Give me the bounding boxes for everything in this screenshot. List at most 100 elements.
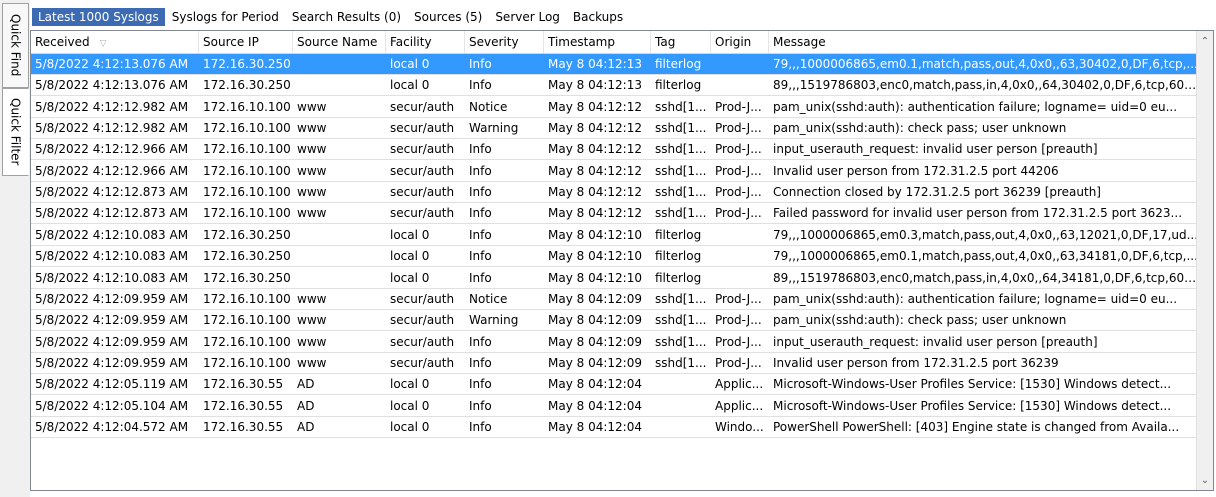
- cell-message: Microsoft-Windows-User Profiles Service:…: [773, 377, 1172, 392]
- cell-origin: Applic...: [715, 377, 764, 392]
- cell-origin: Windo...: [715, 419, 764, 434]
- cell-message: input_userauth_request: invalid user per…: [773, 142, 1098, 157]
- cell-facility: secur/auth: [390, 142, 455, 157]
- cell-source-ip: 172.16.30.250: [203, 227, 291, 242]
- cell-source-name: [293, 225, 386, 245]
- cell-received: 5/8/2022 4:12:13.076 AM: [35, 57, 189, 71]
- tab-backups[interactable]: Backups: [567, 8, 629, 26]
- cell-source-ip: 172.16.30.250: [203, 270, 291, 285]
- column-header-severity[interactable]: Severity: [465, 31, 544, 53]
- cell-source-name: [293, 75, 386, 95]
- cell-severity: Info: [469, 142, 492, 157]
- column-header-label: Severity: [469, 35, 519, 49]
- cell-source-ip: 172.16.10.100: [203, 334, 291, 349]
- column-header-source-ip[interactable]: Source IP: [199, 31, 293, 53]
- cell-severity: Info: [469, 227, 492, 242]
- table-row[interactable]: 5/8/2022 4:12:12.966 AM 172.16.10.100 www s…: [31, 161, 1199, 182]
- cell-tag: sshd[1...: [655, 185, 707, 200]
- tab-quick-find-label: Quick Find: [8, 14, 23, 77]
- column-header-origin[interactable]: Origin: [711, 31, 769, 53]
- cell-timestamp: May 8 04:12:04: [548, 398, 642, 413]
- vertical-scrollbar[interactable]: ⌃ ⌄: [1196, 31, 1213, 490]
- cell-source-ip: 172.16.30.250: [203, 57, 291, 71]
- table-row[interactable]: 5/8/2022 4:12:10.083 AM 172.16.30.250 loca…: [31, 225, 1199, 246]
- cell-tag: sshd[1...: [655, 142, 707, 157]
- column-header-row: Received ▽ Source IP Source Name Facility Sev…: [31, 31, 1199, 54]
- table-row[interactable]: 5/8/2022 4:12:10.083 AM 172.16.30.250 loca…: [31, 268, 1199, 289]
- cell-timestamp: May 8 04:12:12: [548, 185, 642, 200]
- cell-source-ip: 172.16.30.250: [203, 249, 291, 264]
- cell-source-ip: 172.16.10.100: [203, 355, 291, 370]
- cell-facility: local 0: [390, 419, 430, 434]
- table-row[interactable]: 5/8/2022 4:12:09.959 AM 172.16.10.100 www s…: [31, 353, 1199, 374]
- cell-severity: Info: [469, 398, 492, 413]
- column-header-source-name[interactable]: Source Name: [293, 31, 386, 53]
- cell-facility: local 0: [390, 377, 430, 392]
- tab-sources[interactable]: Sources (5): [408, 8, 488, 26]
- cell-origin: Prod-J...: [715, 185, 762, 200]
- cell-tag: filterlog: [655, 78, 702, 93]
- cell-source-name: www: [297, 206, 327, 221]
- table-row[interactable]: 5/8/2022 4:12:13.076 AM 172.16.30.250 loca…: [31, 75, 1199, 97]
- cell-message: pam_unix(sshd:auth): check pass; user un…: [773, 121, 1067, 136]
- column-header-received[interactable]: Received ▽: [31, 31, 199, 53]
- cell-source-name: www: [297, 355, 327, 370]
- column-header-tag[interactable]: Tag: [651, 31, 711, 53]
- column-header-label: Timestamp: [548, 35, 615, 49]
- cell-severity: Info: [469, 163, 492, 178]
- cell-severity: Info: [469, 355, 492, 370]
- cell-received: 5/8/2022 4:12:09.959 AM: [35, 291, 189, 306]
- cell-timestamp: May 8 04:12:12: [548, 121, 642, 136]
- cell-severity: Info: [469, 377, 492, 392]
- tab-search-results[interactable]: Search Results (0): [286, 8, 407, 26]
- column-header-facility[interactable]: Facility: [386, 31, 465, 53]
- table-row[interactable]: 5/8/2022 4:12:09.959 AM 172.16.10.100 www s…: [31, 310, 1199, 332]
- table-row[interactable]: 5/8/2022 4:12:13.076 AM 172.16.30.250 loca…: [31, 54, 1199, 75]
- column-header-timestamp[interactable]: Timestamp: [544, 31, 651, 53]
- cell-received: 5/8/2022 4:12:12.873 AM: [35, 206, 189, 221]
- tab-quick-filter[interactable]: Quick Filter: [2, 88, 29, 176]
- cell-origin: [711, 268, 769, 288]
- cell-origin: [711, 54, 769, 74]
- table-row[interactable]: 5/8/2022 4:12:12.966 AM 172.16.10.100 www s…: [31, 139, 1199, 161]
- cell-severity: Info: [469, 270, 492, 285]
- column-header-message[interactable]: Message: [769, 31, 1199, 53]
- table-row[interactable]: 5/8/2022 4:12:12.982 AM 172.16.10.100 www s…: [31, 118, 1199, 140]
- cell-severity: Warning: [469, 121, 519, 136]
- table-row[interactable]: 5/8/2022 4:12:12.873 AM 172.16.10.100 www s…: [31, 203, 1199, 225]
- table-row[interactable]: 5/8/2022 4:12:05.104 AM 172.16.30.55 AD loc…: [31, 396, 1199, 417]
- cell-facility: local 0: [390, 270, 430, 285]
- cell-message: Invalid user person from 172.31.2.5 port…: [773, 355, 1059, 370]
- cell-received: 5/8/2022 4:12:09.959 AM: [35, 355, 189, 370]
- cell-received: 5/8/2022 4:12:10.083 AM: [35, 270, 189, 285]
- table-row[interactable]: 5/8/2022 4:12:10.083 AM 172.16.30.250 loca…: [31, 246, 1199, 268]
- cell-source-ip: 172.16.10.100: [203, 99, 291, 114]
- cell-timestamp: May 8 04:12:09: [548, 355, 642, 370]
- table-row[interactable]: 5/8/2022 4:12:12.982 AM 172.16.10.100 www s…: [31, 97, 1199, 118]
- cell-timestamp: May 8 04:12:04: [548, 377, 642, 392]
- chevron-up-icon[interactable]: ⌃: [1197, 33, 1213, 49]
- cell-tag: filterlog: [655, 227, 702, 242]
- cell-tag: sshd[1...: [655, 291, 707, 306]
- column-header-label: Facility: [390, 35, 432, 49]
- cell-tag: filterlog: [655, 270, 702, 285]
- tab-syslogs-for-period[interactable]: Syslogs for Period: [166, 8, 285, 26]
- cell-source-name: www: [297, 163, 327, 178]
- cell-facility: local 0: [390, 57, 430, 71]
- table-row[interactable]: 5/8/2022 4:12:09.959 AM 172.16.10.100 www s…: [31, 289, 1199, 310]
- chevron-down-icon[interactable]: ⌄: [1197, 472, 1213, 488]
- table-row[interactable]: 5/8/2022 4:12:09.959 AM 172.16.10.100 www s…: [31, 332, 1199, 353]
- table-row[interactable]: 5/8/2022 4:12:05.119 AM 172.16.30.55 AD loc…: [31, 374, 1199, 396]
- column-header-label: Tag: [655, 35, 676, 49]
- cell-timestamp: May 8 04:12:09: [548, 334, 642, 349]
- cell-facility: secur/auth: [390, 334, 455, 349]
- cell-origin: Prod-J...: [715, 163, 762, 178]
- tab-latest-syslogs[interactable]: Latest 1000 Syslogs: [32, 8, 165, 26]
- cell-source-ip: 172.16.10.100: [203, 185, 291, 200]
- table-row[interactable]: 5/8/2022 4:12:04.572 AM 172.16.30.55 AD loc…: [31, 417, 1199, 438]
- cell-facility: secur/auth: [390, 121, 455, 136]
- cell-facility: secur/auth: [390, 355, 455, 370]
- tab-server-log[interactable]: Server Log: [489, 8, 566, 26]
- table-row[interactable]: 5/8/2022 4:12:12.873 AM 172.16.10.100 www s…: [31, 182, 1199, 204]
- tab-quick-find[interactable]: Quick Find: [2, 3, 29, 88]
